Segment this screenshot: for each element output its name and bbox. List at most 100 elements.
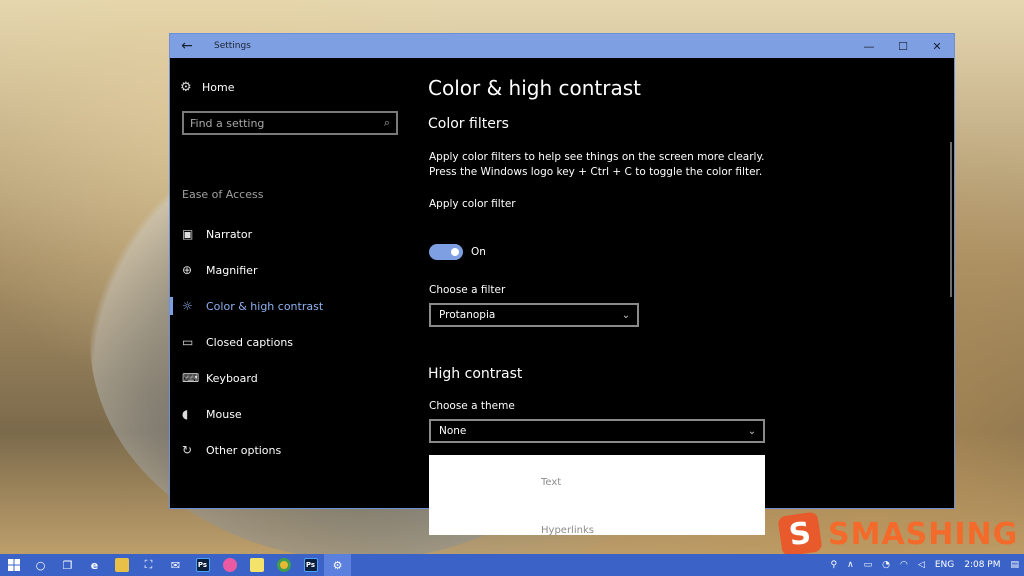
chrome-icon <box>276 558 291 572</box>
main-content: Color & high contrast Color filters Appl… <box>428 58 954 535</box>
mail-button[interactable]: ✉ <box>162 554 189 576</box>
theme-preview: Text Hyperlinks <box>429 455 765 535</box>
narrator-icon: ▣ <box>182 227 194 241</box>
scrollbar[interactable] <box>950 142 952 297</box>
windows-logo-icon <box>7 559 20 571</box>
start-button[interactable] <box>0 554 27 576</box>
sidebar-item-label: Color & high contrast <box>206 299 324 313</box>
sidebar-item-label: Narrator <box>206 227 253 241</box>
search-input[interactable] <box>184 116 378 130</box>
sticky-notes-button[interactable] <box>243 554 270 576</box>
settings-taskbar-button[interactable]: ⚙ <box>324 554 351 576</box>
toggle-state-text: On <box>471 246 486 258</box>
cortana-icon: ○ <box>35 558 46 572</box>
brightness-icon: ☼ <box>182 299 193 313</box>
app-button[interactable] <box>216 554 243 576</box>
chevron-up-icon[interactable]: ∧ <box>842 560 859 570</box>
mail-icon: ✉ <box>170 558 181 572</box>
captions-icon: ▭ <box>182 335 194 349</box>
photoshop-button[interactable]: Ps <box>189 554 216 576</box>
system-tray: ⚲ ∧ ▭ ◔ ◠ ◁ ENG 2:08 PM ▤ <box>825 554 1024 576</box>
minimize-icon: — <box>863 39 875 53</box>
window-title: Settings <box>214 41 251 51</box>
folder-icon <box>114 558 129 572</box>
apply-filter-label: Apply color filter <box>429 198 516 210</box>
sidebar-item-closed-captions[interactable]: ▭ Closed captions <box>170 324 410 360</box>
color-filters-description: Apply color filters to help see things o… <box>429 150 765 180</box>
choose-filter-label: Choose a filter <box>429 284 506 296</box>
preview-text: Text <box>541 477 562 488</box>
close-icon: ✕ <box>932 39 942 53</box>
edge-button[interactable]: e <box>81 554 108 576</box>
sidebar-item-label: Keyboard <box>206 371 258 385</box>
description-line: Apply color filters to help see things o… <box>429 151 765 163</box>
network-icon[interactable]: ◔ <box>877 560 895 570</box>
sticky-notes-icon <box>249 558 264 572</box>
taskbar: ○ ❐ e ⛶ ✉ Ps Ps ⚙ ⚲ ∧ ▭ ◔ ◠ ◁ ENG 2:08 P… <box>0 554 1024 576</box>
sidebar-item-magnifier[interactable]: ⊕ Magnifier <box>170 252 410 288</box>
sidebar-item-other-options[interactable]: ↻ Other options <box>170 432 410 468</box>
people-icon[interactable]: ⚲ <box>825 560 842 570</box>
file-explorer-button[interactable] <box>108 554 135 576</box>
watermark-word: SMASHING <box>828 516 1019 552</box>
task-view-icon: ❐ <box>62 558 73 572</box>
theme-select[interactable]: None ⌄ <box>429 419 765 443</box>
close-button[interactable]: ✕ <box>920 34 954 58</box>
sidebar-item-label: Mouse <box>206 407 242 421</box>
back-button[interactable]: ← <box>170 34 204 58</box>
wifi-icon[interactable]: ◠ <box>895 560 913 570</box>
photoshop-button-2[interactable]: Ps <box>297 554 324 576</box>
cortana-button[interactable]: ○ <box>27 554 54 576</box>
clock[interactable]: 2:08 PM <box>959 560 1005 570</box>
store-icon: ⛶ <box>144 558 153 571</box>
high-contrast-heading: High contrast <box>428 366 523 382</box>
home-label: Home <box>202 81 235 94</box>
photoshop-icon: Ps <box>195 558 210 572</box>
page-title: Color & high contrast <box>428 76 641 100</box>
sidebar-item-color-high-contrast[interactable]: ☼ Color & high contrast <box>170 288 410 324</box>
sidebar: ⚙ Home ⌕ Ease of Access ▣ Narrator ⊕ Mag… <box>170 58 410 508</box>
keyboard-icon: ⌨ <box>182 371 200 385</box>
search-icon[interactable]: ⌕ <box>378 116 396 130</box>
smashing-logo-icon: S <box>777 511 823 557</box>
sidebar-item-home[interactable]: ⚙ Home <box>180 80 234 95</box>
search-box[interactable]: ⌕ <box>182 111 398 135</box>
filter-select[interactable]: Protanopia ⌄ <box>429 303 639 327</box>
task-view-button[interactable]: ❐ <box>54 554 81 576</box>
options-icon: ↻ <box>182 443 193 457</box>
preview-hyperlinks: Hyperlinks <box>541 525 594 535</box>
sidebar-item-label: Closed captions <box>206 335 294 349</box>
filter-selected-value: Protanopia <box>439 309 496 321</box>
sidebar-item-mouse[interactable]: ◖ Mouse <box>170 396 410 432</box>
title-bar: ← Settings — ☐ ✕ <box>170 34 954 58</box>
back-arrow-icon: ← <box>181 38 193 54</box>
chevron-down-icon: ⌄ <box>621 309 631 321</box>
battery-icon[interactable]: ▭ <box>859 560 878 570</box>
theme-selected-value: None <box>439 425 467 437</box>
chevron-down-icon: ⌄ <box>747 425 757 437</box>
sidebar-item-narrator[interactable]: ▣ Narrator <box>170 216 410 252</box>
photoshop-icon: Ps <box>303 558 318 572</box>
edge-icon: e <box>90 558 99 572</box>
settings-window: ← Settings — ☐ ✕ ⚙ Home ⌕ Ease of Access… <box>169 33 955 535</box>
magnifier-icon: ⊕ <box>182 263 193 277</box>
sidebar-item-label: Magnifier <box>206 263 258 277</box>
section-label: Ease of Access <box>182 188 264 201</box>
chrome-button[interactable] <box>270 554 297 576</box>
language-indicator[interactable]: ENG <box>930 560 959 570</box>
minimize-button[interactable]: — <box>852 34 886 58</box>
maximize-button[interactable]: ☐ <box>886 34 920 58</box>
color-filter-toggle[interactable] <box>429 244 463 260</box>
mouse-icon: ◖ <box>182 407 189 421</box>
toggle-knob <box>451 248 459 256</box>
store-button[interactable]: ⛶ <box>135 554 162 576</box>
action-center-icon[interactable]: ▤ <box>1005 560 1024 570</box>
description-line: Press the Windows logo key + Ctrl + C to… <box>429 166 763 178</box>
sidebar-nav: ▣ Narrator ⊕ Magnifier ☼ Color & high co… <box>170 216 410 468</box>
volume-icon[interactable]: ◁ <box>913 560 930 570</box>
sidebar-item-keyboard[interactable]: ⌨ Keyboard <box>170 360 410 396</box>
smashing-watermark: S SMASHING <box>777 511 1019 557</box>
app-icon <box>222 558 237 572</box>
gear-icon: ⚙ <box>180 80 192 95</box>
choose-theme-label: Choose a theme <box>429 400 515 412</box>
